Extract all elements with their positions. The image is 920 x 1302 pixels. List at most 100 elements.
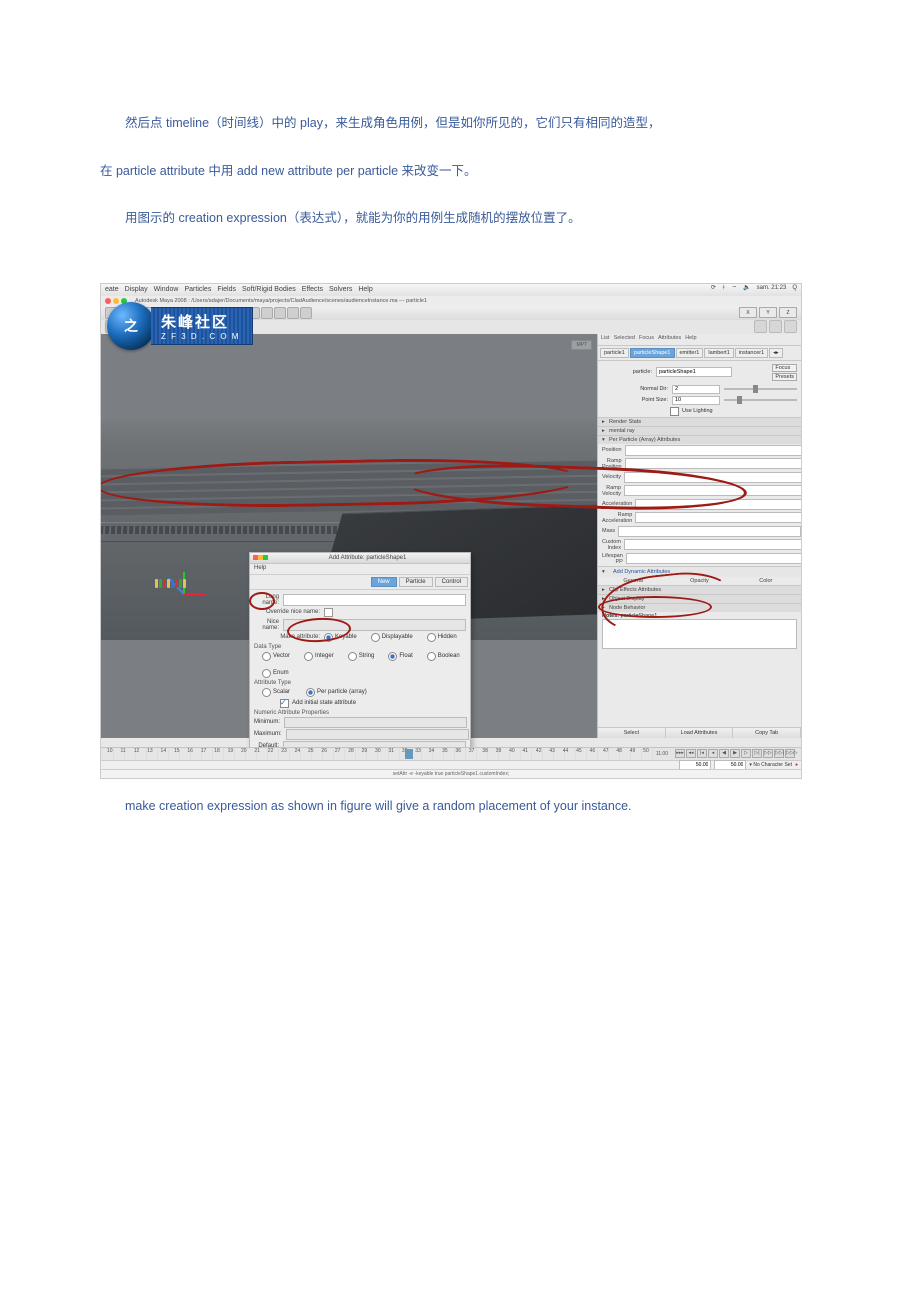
radio-hidden[interactable]	[427, 633, 436, 642]
pp-position[interactable]	[625, 445, 802, 456]
opacity-button[interactable]: Opacity	[668, 578, 730, 584]
menu-item[interactable]: Soft/Rigid Bodies	[242, 286, 296, 293]
menu-item[interactable]: Window	[154, 286, 179, 293]
select-button[interactable]: Select	[598, 728, 666, 738]
radio-displayable[interactable]	[371, 633, 380, 642]
section-node-behavior[interactable]: ▸Node Behavior	[598, 603, 801, 612]
ae-menu-item[interactable]: Help	[685, 335, 696, 344]
presets-button[interactable]: Presets	[772, 373, 797, 381]
ae-tab[interactable]: particle1	[600, 348, 629, 358]
play-back-button2[interactable]: ◀	[719, 749, 729, 758]
ae-menu-item[interactable]: Focus	[639, 335, 654, 344]
radio-vector[interactable]	[262, 652, 271, 661]
load-attributes-button[interactable]: Load Attributes	[666, 728, 734, 738]
section-clip-effects[interactable]: ▸Clip Effects Attributes	[598, 585, 801, 594]
radio-boolean[interactable]	[427, 652, 436, 661]
normal-dir-slider[interactable]	[724, 388, 797, 390]
step-fwd-key-button[interactable]: ▷▷	[763, 749, 773, 758]
zoom-icon[interactable]	[263, 555, 268, 560]
normal-dir-input[interactable]	[672, 385, 720, 394]
axis-gizmo[interactable]	[163, 554, 207, 598]
charset-dropdown[interactable]: ▾ No Character Set	[749, 762, 792, 768]
copy-tab-button[interactable]: Copy Tab	[733, 728, 801, 738]
menu-item[interactable]: Solvers	[329, 286, 352, 293]
dialog-menu-help[interactable]: Help	[250, 564, 470, 575]
ae-menu-item[interactable]: List	[601, 335, 610, 344]
3d-viewport[interactable]: MPT Add A	[101, 334, 598, 738]
section-per-particle[interactable]: ▾Per Particle (Array) Attributes	[598, 435, 801, 444]
pp-custom-index[interactable]	[624, 539, 802, 550]
pp-lifespan[interactable]	[626, 553, 802, 564]
section-object-display[interactable]: ▸Object Display	[598, 594, 801, 603]
step-fwd-button[interactable]: ▷|	[752, 749, 762, 758]
pp-ramp-acceleration[interactable]	[635, 512, 802, 523]
pp-ramp-velocity[interactable]	[624, 485, 802, 496]
menu-item[interactable]: eate	[105, 286, 119, 293]
menu-item[interactable]: Effects	[302, 286, 323, 293]
section-mental-ray[interactable]: ▸mental ray	[598, 426, 801, 435]
spotlight-icon[interactable]: Q	[792, 285, 797, 291]
pp-velocity[interactable]	[624, 472, 802, 483]
menu-item[interactable]: Particles	[184, 286, 211, 293]
radio-integer[interactable]	[304, 652, 313, 661]
dialog-titlebar[interactable]: Add Attribute: particleShape1	[250, 553, 470, 564]
axis-x-button[interactable]: X	[739, 307, 757, 318]
rewind-button[interactable]: ▸▸▸	[675, 749, 685, 758]
radio-per-particle[interactable]	[306, 688, 315, 697]
num-attr-header: Numeric Attribute Properties	[254, 710, 466, 716]
tab-control[interactable]: Control	[435, 577, 468, 587]
ae-tab[interactable]: particleShape1	[630, 348, 675, 358]
ae-tab[interactable]: instancer1	[735, 348, 768, 358]
ae-tab-scroll[interactable]: ◂▸	[769, 348, 783, 358]
play-forward-button[interactable]: ▶	[730, 749, 740, 758]
radio-string[interactable]	[348, 652, 357, 661]
command-line[interactable]: setAttr -e -keyable true particleShape1.…	[101, 769, 801, 778]
play-forward-button2[interactable]: ▷	[741, 749, 751, 758]
ae-tab[interactable]: lambert1	[704, 348, 733, 358]
point-size-input[interactable]	[672, 396, 720, 405]
current-time-indicator[interactable]	[405, 749, 413, 759]
pp-ramp-position[interactable]	[625, 458, 802, 469]
pp-acceleration[interactable]	[635, 499, 802, 510]
menu-item[interactable]: Fields	[217, 286, 236, 293]
ae-menu-item[interactable]: Selected	[614, 335, 635, 344]
section-render-stats[interactable]: ▸Render Stats	[598, 417, 801, 426]
radio-enum[interactable]	[262, 669, 271, 678]
step-back-button[interactable]: |◂	[697, 749, 707, 758]
key-icon[interactable]: ●	[795, 762, 798, 768]
add-initial-checkbox[interactable]	[280, 699, 289, 708]
axis-y-button[interactable]: Y	[759, 307, 777, 318]
ae-node-name-input[interactable]	[656, 367, 732, 377]
section-add-dynamic[interactable]: ▾Add Dynamic Attributes	[598, 566, 801, 577]
point-size-slider[interactable]	[724, 399, 797, 401]
timeline[interactable]: 1011121314151617181920212223242526272829…	[101, 747, 801, 760]
menu-item[interactable]: Help	[358, 286, 372, 293]
menu-item[interactable]: Display	[125, 286, 148, 293]
time-ruler[interactable]: 1011121314151617181920212223242526272829…	[103, 749, 653, 759]
shelf-icon[interactable]	[769, 320, 782, 333]
override-checkbox[interactable]	[324, 608, 333, 617]
play-back-button[interactable]: ◂	[708, 749, 718, 758]
long-name-input[interactable]	[283, 594, 466, 606]
ae-tab[interactable]: emitter1	[676, 348, 704, 358]
end-button[interactable]: ▷▷▷	[785, 749, 795, 758]
radio-keyable[interactable]	[324, 633, 333, 642]
minimize-icon[interactable]	[113, 298, 119, 304]
tab-particle[interactable]: Particle	[399, 577, 433, 587]
color-button[interactable]: Color	[735, 578, 797, 584]
shelf-icon[interactable]	[754, 320, 767, 333]
axis-z-button[interactable]: Z	[779, 307, 797, 318]
general-button[interactable]: General	[602, 578, 664, 584]
close-icon[interactable]	[105, 298, 111, 304]
pp-mass[interactable]	[618, 526, 801, 537]
tab-new[interactable]: New	[371, 577, 397, 587]
use-lighting-checkbox[interactable]	[670, 407, 679, 416]
notes-textarea[interactable]	[602, 619, 797, 649]
fast-forward-button[interactable]: ▷▷|	[774, 749, 784, 758]
shelf-icon[interactable]	[784, 320, 797, 333]
radio-float[interactable]	[388, 652, 397, 661]
focus-button[interactable]: Focus	[772, 364, 797, 372]
radio-scalar[interactable]	[262, 688, 271, 697]
ae-menu-item[interactable]: Attributes	[658, 335, 681, 344]
step-back-key-button[interactable]: ◂◂	[686, 749, 696, 758]
